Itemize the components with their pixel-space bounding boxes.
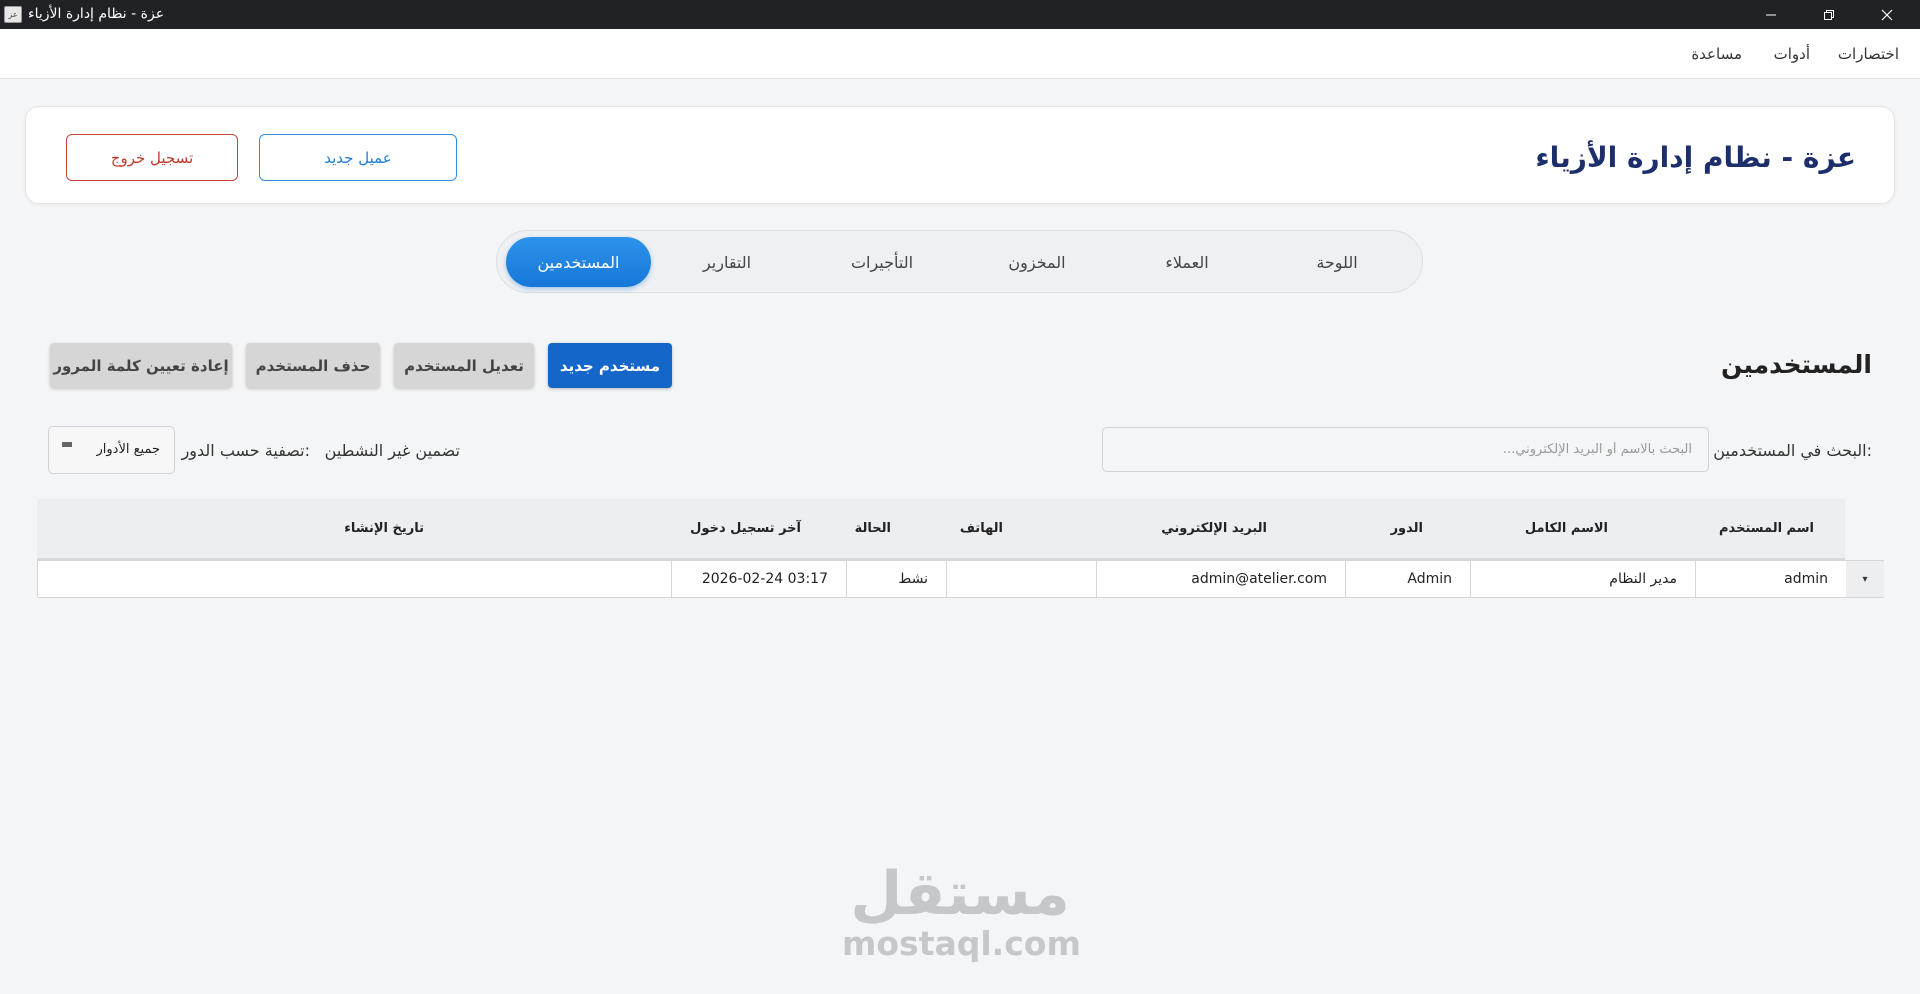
tab-dashboard[interactable]: اللوحة: [1267, 237, 1407, 287]
cell-last-login: 2026-02-24 03:17: [671, 561, 846, 597]
column-header-created[interactable]: تاريخ الإنشاء: [344, 521, 424, 536]
app-icon: عز: [4, 6, 22, 23]
minimize-button[interactable]: [1742, 0, 1800, 29]
column-header-status[interactable]: الحالة: [855, 521, 891, 536]
cell-status: نشط: [846, 561, 946, 597]
new-user-button[interactable]: مستخدم جديد: [548, 343, 672, 388]
new-client-button[interactable]: عميل جديد: [259, 134, 457, 181]
restore-icon: [1824, 9, 1834, 20]
cell-username: admin: [1695, 561, 1846, 597]
column-header-full-name[interactable]: الاسم الكامل: [1525, 521, 1608, 536]
column-header-username[interactable]: اسم المستخدم: [1719, 521, 1814, 536]
menu-item-tools[interactable]: أدوات: [1774, 45, 1810, 63]
cell-created: [38, 561, 671, 597]
reset-password-button[interactable]: إعادة تعيين كلمة المرور: [50, 343, 232, 388]
dropdown-arrow-icon: [62, 442, 72, 447]
tab-customers[interactable]: العملاء: [1117, 237, 1257, 287]
tab-reports[interactable]: التقارير: [657, 237, 797, 287]
tab-inventory[interactable]: المخزون: [967, 237, 1107, 287]
menu-item-help[interactable]: مساعدة: [1691, 45, 1742, 63]
header-card: عزة - نظام إدارة الأزياء عميل جديد تسجيل…: [25, 106, 1895, 204]
column-header-email[interactable]: البريد الإلكتروني: [1161, 521, 1267, 536]
search-input[interactable]: [1102, 427, 1709, 472]
menu-bar: اختصارات أدوات مساعدة: [0, 29, 1920, 79]
search-label: البحث في المستخدمين:: [1713, 441, 1872, 460]
row-selector-icon[interactable]: ▾: [1846, 561, 1884, 597]
role-filter-value: جميع الأدوار: [96, 442, 160, 457]
section-title: المستخدمين: [1720, 350, 1872, 379]
restore-button[interactable]: [1800, 0, 1858, 29]
tab-rentals[interactable]: التأجيرات: [812, 237, 952, 287]
menu-item-shortcuts[interactable]: اختصارات: [1838, 45, 1899, 63]
main-tabs: اللوحة العملاء المخزون التأجيرات التقاري…: [496, 230, 1423, 293]
table-header: اسم المستخدم الاسم الكامل الدور البريد ا…: [37, 499, 1845, 560]
title-bar: عز عزة - نظام إدارة الأزياء: [0, 0, 1920, 29]
delete-user-button[interactable]: حذف المستخدم: [246, 343, 380, 388]
cell-role: Admin: [1345, 561, 1470, 597]
close-icon: [1881, 9, 1893, 20]
page-title: عزة - نظام إدارة الأزياء: [1535, 141, 1856, 174]
watermark: مستقل mostaql.com: [842, 859, 1081, 963]
watermark-arabic: مستقل: [850, 859, 1070, 929]
tab-users[interactable]: المستخدمين: [506, 237, 651, 287]
column-header-phone[interactable]: الهاتف: [960, 521, 1003, 536]
role-filter-label: تصفية حسب الدور:: [181, 441, 310, 460]
window-title: عزة - نظام إدارة الأزياء: [28, 6, 165, 22]
column-header-last-login[interactable]: آخر تسجيل دخول: [690, 521, 801, 536]
role-filter-select[interactable]: جميع الأدوار: [48, 426, 175, 474]
close-button[interactable]: [1858, 0, 1916, 29]
logout-button[interactable]: تسجيل خروج: [66, 134, 238, 181]
table-row[interactable]: ▾ admin مدير النظام Admin admin@atelier.…: [37, 560, 1884, 598]
cell-phone: [946, 561, 1096, 597]
column-header-role[interactable]: الدور: [1391, 521, 1423, 536]
minimize-icon: [1766, 14, 1776, 15]
watermark-latin: mostaql.com: [842, 924, 1081, 963]
cell-email: admin@atelier.com: [1096, 561, 1345, 597]
cell-full-name: مدير النظام: [1470, 561, 1695, 597]
edit-user-button[interactable]: تعديل المستخدم: [394, 343, 534, 388]
include-inactive-checkbox[interactable]: تضمين غير النشطين: [325, 441, 460, 460]
